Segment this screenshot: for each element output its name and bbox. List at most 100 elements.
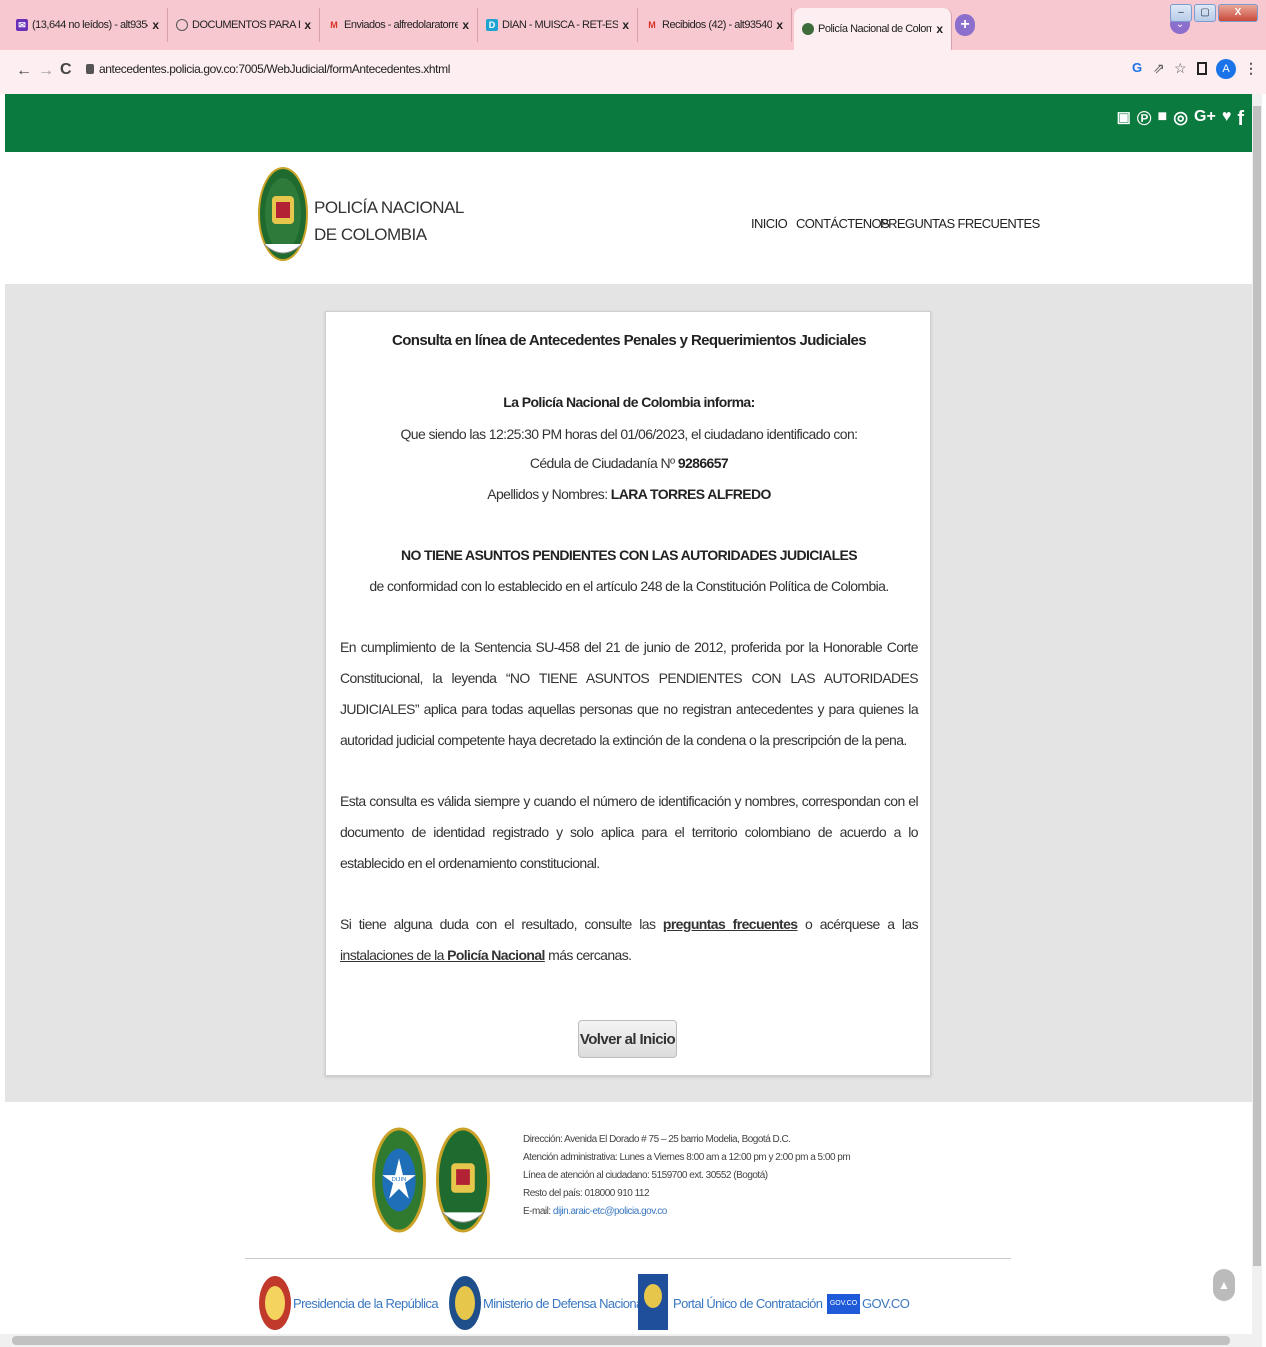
tab-label: DIAN - MUISCA - RET-ESAL bbox=[502, 19, 619, 31]
flickr-icon[interactable]: ■ bbox=[1158, 108, 1168, 131]
brand-line1: POLICÍA NACIONAL bbox=[314, 198, 464, 217]
social-icons: ▣ ℗ ■ ◎ G+ ♥ f bbox=[1117, 108, 1244, 131]
doubts-text-c: más cercanas. bbox=[544, 947, 632, 963]
browser-tab-bar: ✉ (13,644 no leídos) - alt93540@ya x DOC… bbox=[0, 0, 1266, 50]
youtube-icon[interactable]: ▣ bbox=[1117, 108, 1131, 131]
close-icon[interactable]: x bbox=[462, 18, 469, 32]
status-note: de conformidad con lo establecido en el … bbox=[369, 578, 889, 594]
footer-email-line: E-mail: dijin.araic-etc@policia.gov.co bbox=[523, 1203, 850, 1221]
facilities-link[interactable]: instalaciones de la Policía Nacional bbox=[340, 947, 545, 963]
url-field[interactable]: antecedentes.policia.gov.co:7005/WebJudi… bbox=[99, 62, 450, 76]
close-icon[interactable]: x bbox=[936, 22, 943, 36]
id-label: Cédula de Ciudadanía Nº bbox=[529, 455, 675, 471]
name-line: Apellidos y Nombres: LARA TORRES ALFREDO bbox=[326, 486, 932, 502]
menu-kebab-icon[interactable]: ⋮ bbox=[1244, 60, 1258, 77]
tab-enviados[interactable]: M Enviados - alfredolaratorres096@ x bbox=[320, 8, 478, 42]
id-value: 9286657 bbox=[677, 455, 729, 471]
faq-link[interactable]: preguntas frecuentes bbox=[663, 916, 798, 932]
contratacion-icon bbox=[638, 1274, 668, 1330]
back-to-home-button[interactable]: Volver al Inicio bbox=[578, 1020, 677, 1058]
tab-yahoo-mail[interactable]: ✉ (13,644 no leídos) - alt93540@ya x bbox=[8, 8, 168, 42]
forward-arrow-icon[interactable]: → bbox=[38, 62, 54, 80]
tab-label: Policía Nacional de Colombia bbox=[818, 23, 932, 35]
footer-hours: Atención administrativa: Lunes a Viernes… bbox=[523, 1152, 851, 1163]
nav-preguntas-frecuentes[interactable]: PREGUNTAS FRECUENTES bbox=[880, 216, 1040, 231]
sentence-paragraph: En cumplimiento de la Sentencia SU-458 d… bbox=[340, 639, 919, 748]
close-icon[interactable]: x bbox=[304, 18, 311, 32]
close-icon[interactable]: x bbox=[776, 18, 783, 32]
close-icon[interactable]: x bbox=[622, 18, 629, 32]
mindefensa-shield-icon bbox=[449, 1276, 481, 1330]
result-card: Consulta en línea de Antecedentes Penale… bbox=[325, 311, 931, 1076]
facebook-icon[interactable]: f bbox=[1237, 108, 1244, 131]
footer-email-link[interactable]: dijin.araic-etc@policia.gov.co bbox=[553, 1206, 667, 1217]
footer-divider bbox=[245, 1258, 1011, 1259]
tab-dian[interactable]: D DIAN - MUISCA - RET-ESAL x bbox=[478, 8, 638, 42]
card-title: Consulta en línea de Antecedentes Penale… bbox=[391, 332, 867, 349]
query-time-line: Que siendo las 12:25:30 PM horas del 01/… bbox=[400, 426, 859, 442]
top-green-band bbox=[5, 94, 1252, 152]
maximize-button[interactable]: ▢ bbox=[1194, 4, 1216, 22]
close-icon[interactable]: x bbox=[152, 18, 159, 32]
tab-documentos[interactable]: DOCUMENTOS PARA IVAN Y ALF x bbox=[168, 8, 320, 42]
star-icon[interactable]: ☆ bbox=[1174, 60, 1187, 77]
police-icon bbox=[802, 23, 814, 35]
dijin-seal-icon: DIJIN bbox=[372, 1127, 426, 1233]
seal-text: DIJIN bbox=[392, 1177, 407, 1183]
tab-policia-active[interactable]: Policía Nacional de Colombia x bbox=[794, 8, 952, 50]
scroll-to-top-button[interactable]: ▲ bbox=[1213, 1269, 1235, 1301]
brand-line2: DE COLOMBIA bbox=[314, 225, 427, 244]
name-value: LARA TORRES ALFREDO bbox=[610, 486, 772, 502]
gmail-icon: M bbox=[648, 20, 656, 30]
name-label: Apellidos y Nombres: bbox=[487, 486, 608, 502]
google-icon[interactable]: G bbox=[1132, 60, 1142, 75]
tab-label: Enviados - alfredolaratorres096@ bbox=[344, 19, 458, 31]
id-line: Cédula de Ciudadanía Nº 9286657 bbox=[326, 455, 932, 471]
facilities-link-b: Policía Nacional bbox=[447, 947, 545, 963]
tab-label: (13,644 no leídos) - alt93540@ya bbox=[32, 19, 148, 31]
sidepanel-icon[interactable] bbox=[1197, 62, 1207, 75]
footer-link-govco[interactable]: GOV.CO bbox=[862, 1296, 910, 1311]
share-icon[interactable]: ⇗ bbox=[1153, 60, 1165, 77]
facilities-link-a: instalaciones de la bbox=[340, 947, 448, 963]
doubts-text-a: Si tiene alguna duda con el resultado, c… bbox=[340, 916, 663, 932]
footer-contact-info: Dirección: Avenida El Dorado # 75 – 25 b… bbox=[523, 1131, 851, 1221]
nav-contactenos[interactable]: CONTÁCTENOS bbox=[796, 216, 890, 231]
reload-icon[interactable]: C bbox=[60, 61, 72, 79]
govco-badge-icon: GOV.CO bbox=[827, 1294, 860, 1314]
window-close-button[interactable]: X bbox=[1218, 4, 1258, 22]
validity-paragraph: Esta consulta es válida siempre y cuando… bbox=[340, 793, 919, 871]
nav-inicio[interactable]: INICIO bbox=[751, 216, 788, 231]
dian-icon: D bbox=[486, 19, 498, 31]
status-result: NO TIENE ASUNTOS PENDIENTES CON LAS AUTO… bbox=[400, 547, 858, 563]
gmail-icon: M bbox=[330, 20, 338, 30]
horizontal-scroll-thumb[interactable] bbox=[12, 1336, 1230, 1345]
minimize-button[interactable]: – bbox=[1170, 4, 1192, 22]
footer-email-label: E-mail: bbox=[523, 1206, 551, 1217]
vertical-scroll-thumb[interactable] bbox=[1253, 106, 1261, 1266]
footer-link-contratacion[interactable]: Portal Único de Contratación bbox=[673, 1296, 823, 1311]
googleplus-icon[interactable]: G+ bbox=[1194, 108, 1216, 131]
presidencia-shield-icon bbox=[259, 1276, 291, 1330]
profile-avatar[interactable]: A bbox=[1216, 59, 1236, 79]
footer-rest: Resto del país: 018000 910 112 bbox=[523, 1188, 650, 1199]
instagram-icon[interactable]: ◎ bbox=[1173, 108, 1188, 131]
yahoo-mail-icon: ✉ bbox=[16, 19, 28, 31]
new-tab-button[interactable]: + bbox=[955, 14, 975, 36]
lock-icon bbox=[86, 64, 94, 74]
tab-label: DOCUMENTOS PARA IVAN Y ALF bbox=[192, 19, 301, 31]
doubts-paragraph: Si tiene alguna duda con el resultado, c… bbox=[340, 909, 919, 971]
back-arrow-icon[interactable]: ← bbox=[16, 62, 32, 80]
footer-link-mindefensa[interactable]: Ministerio de Defensa Nacional bbox=[483, 1296, 646, 1311]
footer-link-presidencia[interactable]: Presidencia de la República bbox=[293, 1296, 439, 1311]
footer-phone: Línea de atención al ciudadano: 5159700 … bbox=[523, 1170, 768, 1181]
doubts-text-b: o acérquese a las bbox=[797, 916, 919, 932]
police-shield-logo[interactable] bbox=[258, 166, 308, 266]
informa-heading: La Policía Nacional de Colombia informa: bbox=[503, 394, 755, 410]
tab-recibidos[interactable]: M Recibidos (42) - alt93540@gmail x bbox=[638, 8, 792, 42]
pinterest-icon[interactable]: ℗ bbox=[1137, 108, 1152, 131]
site-header bbox=[5, 152, 1252, 284]
twitter-icon[interactable]: ♥ bbox=[1222, 108, 1232, 131]
brand-name: POLICÍA NACIONAL DE COLOMBIA bbox=[314, 194, 464, 248]
window-controls: – ▢ X bbox=[1170, 4, 1258, 22]
